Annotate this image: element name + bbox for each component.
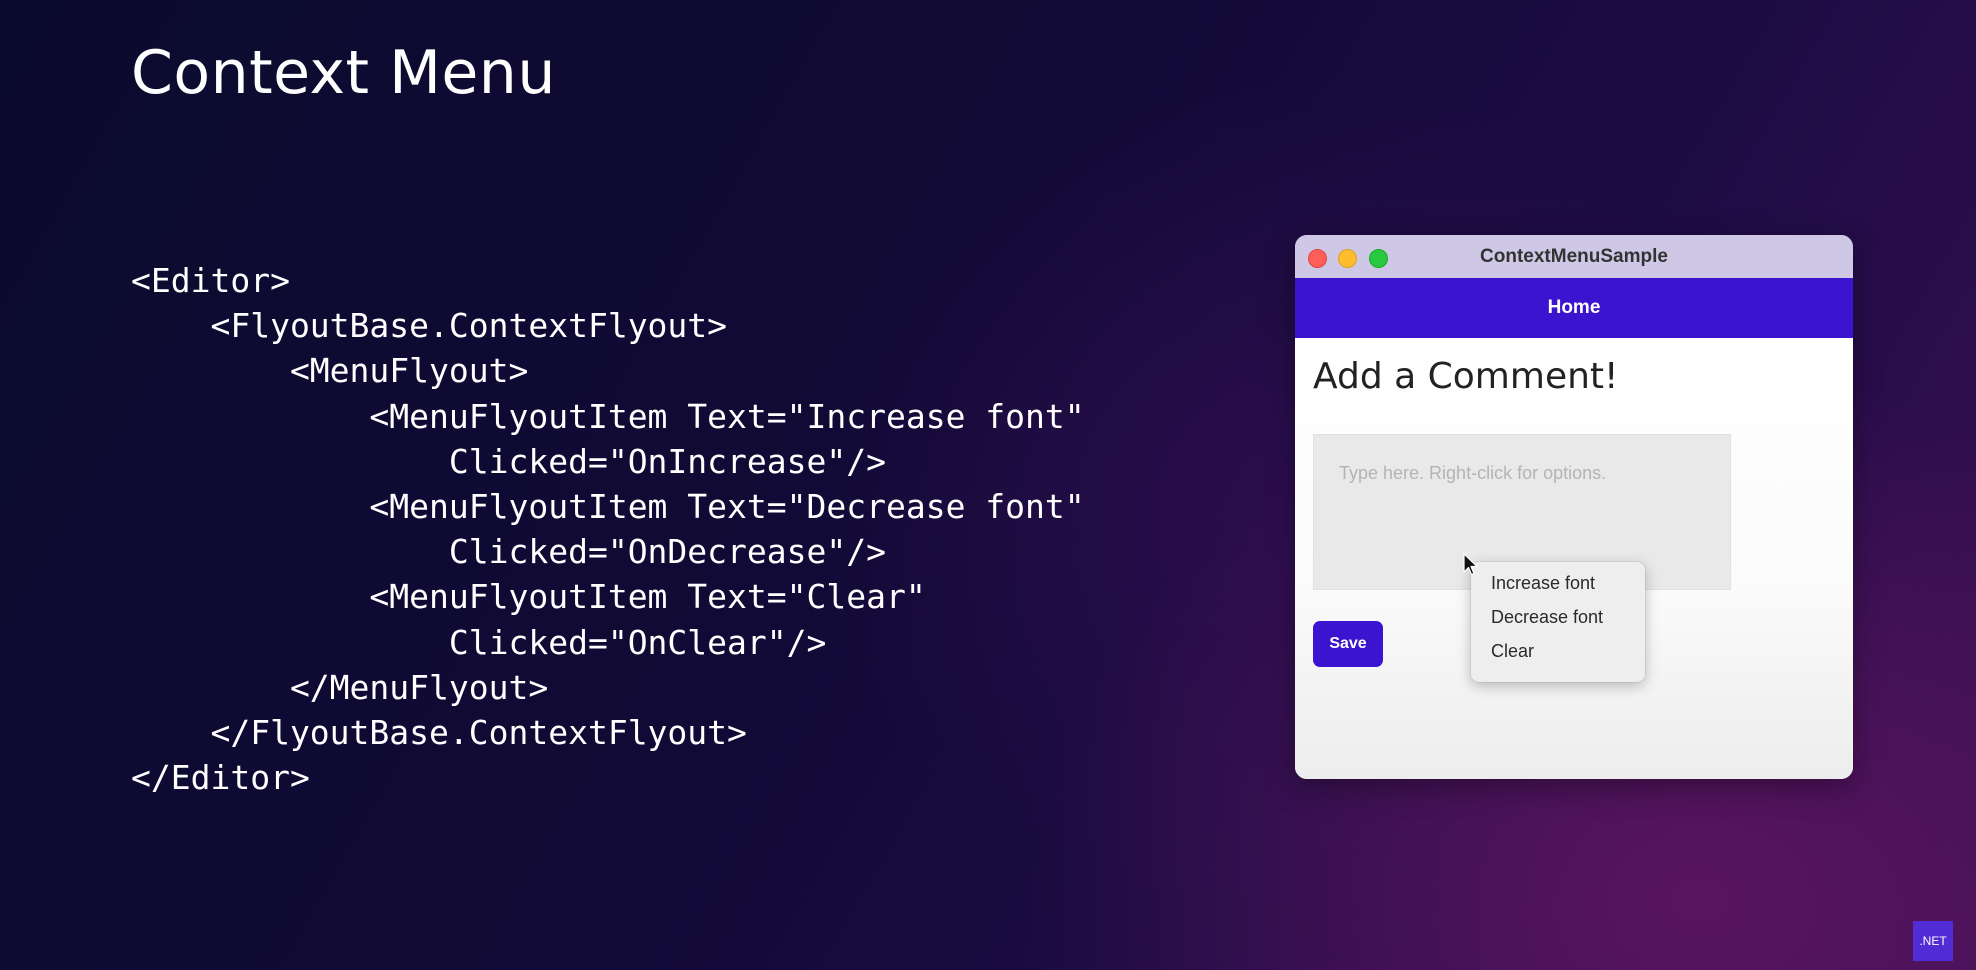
code-line: </Editor>: [131, 758, 310, 798]
navigation-bar: Home: [1295, 278, 1853, 338]
app-window: ContextMenuSample Home Add a Comment! Ty…: [1295, 235, 1853, 779]
page-heading: Add a Comment!: [1313, 356, 1619, 397]
close-icon[interactable]: [1308, 249, 1327, 268]
slide-title: Context Menu: [131, 38, 556, 108]
window-title-bar[interactable]: ContextMenuSample: [1295, 235, 1853, 278]
nav-title: Home: [1547, 297, 1601, 318]
code-line: <MenuFlyoutItem Text="Decrease font": [131, 486, 1085, 526]
code-line: <Editor>: [131, 261, 290, 300]
menu-item-decrease-font[interactable]: Decrease font: [1491, 607, 1603, 628]
code-snippet: <Editor> <FlyoutBase.ContextFlyout> <Men…: [131, 258, 1085, 800]
page-content: Add a Comment! Type here. Right-click fo…: [1295, 338, 1853, 779]
zoom-icon[interactable]: [1369, 249, 1388, 268]
code-line: Clicked="OnClear"/>: [131, 622, 827, 662]
menu-item-clear[interactable]: Clear: [1491, 641, 1534, 662]
context-menu: Increase font Decrease font Clear: [1471, 562, 1645, 682]
dotnet-logo: .NET: [1913, 921, 1953, 961]
code-line: Clicked="OnIncrease"/>: [131, 441, 886, 481]
code-line: </FlyoutBase.ContextFlyout>: [131, 712, 747, 752]
code-line: <FlyoutBase.ContextFlyout>: [131, 306, 728, 346]
code-line: Clicked="OnDecrease"/>: [131, 532, 886, 572]
code-line: </MenuFlyout>: [131, 667, 549, 707]
code-line: <MenuFlyout>: [131, 351, 529, 391]
editor-placeholder: Type here. Right-click for options.: [1339, 463, 1607, 483]
mouse-pointer-icon: [1463, 553, 1478, 576]
menu-item-increase-font[interactable]: Increase font: [1491, 573, 1595, 594]
code-line: <MenuFlyoutItem Text="Clear": [131, 577, 926, 617]
minimize-icon[interactable]: [1338, 249, 1357, 268]
save-button[interactable]: Save: [1313, 621, 1383, 667]
code-line: <MenuFlyoutItem Text="Increase font": [131, 396, 1085, 436]
